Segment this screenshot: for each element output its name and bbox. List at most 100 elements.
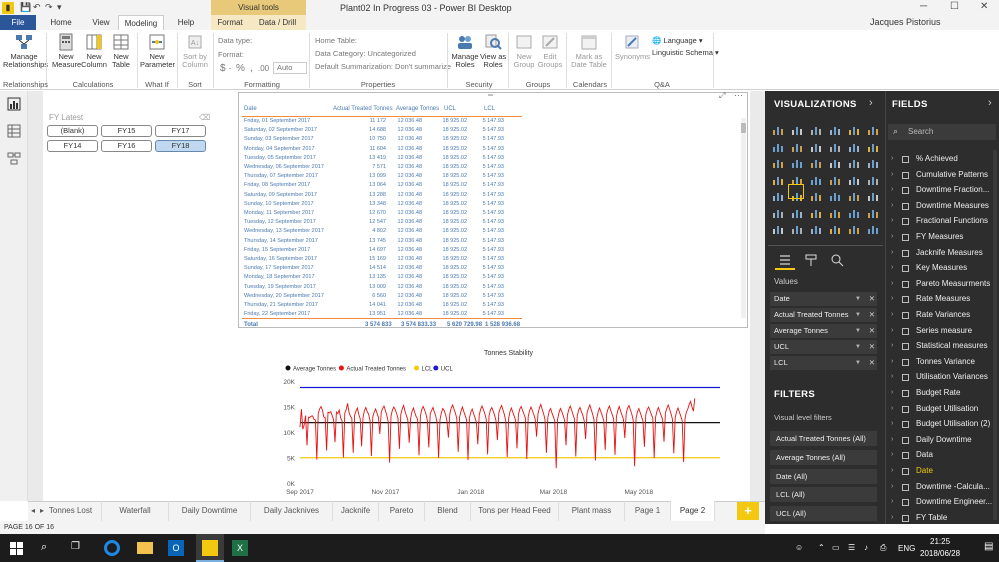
powerbi-taskbar-button[interactable] (196, 534, 224, 562)
field-table-item[interactable]: › Statistical measures (888, 339, 998, 353)
expand-icon[interactable]: › (891, 480, 893, 494)
100-column-visual-icon[interactable] (867, 124, 879, 136)
expand-icon[interactable]: › (891, 339, 893, 353)
expand-icon[interactable]: › (891, 495, 893, 509)
line-stacked-column-visual-icon[interactable] (848, 141, 860, 153)
clustered-column-visual-icon[interactable] (829, 124, 841, 136)
search-icon[interactable]: ⌕ (41, 541, 47, 554)
filter-card[interactable]: Actual Treated Tonnes (All) (770, 431, 877, 446)
edit-groups-button[interactable]: Edit Groups (537, 33, 563, 69)
decimal-icon[interactable]: .00 (258, 64, 269, 73)
data-view-icon[interactable] (7, 124, 21, 138)
new-parameter-button[interactable]: New Parameter (140, 33, 175, 69)
slicer-item[interactable]: FY17 (155, 125, 206, 137)
tab-view[interactable]: View (85, 15, 117, 30)
table-scrollbar-thumb[interactable] (741, 123, 746, 133)
column-header[interactable]: Average Tonnes (396, 106, 439, 112)
remove-field-icon[interactable]: ✕ (869, 308, 875, 322)
expand-icon[interactable]: › (891, 277, 893, 291)
field-table-item[interactable]: › Budget Utilisation (2) (888, 417, 998, 431)
undo-icon[interactable]: ↶ (33, 2, 41, 13)
data-category-label[interactable]: Data Category: Uncategorized (315, 49, 416, 58)
matrix-visual-icon[interactable] (810, 190, 822, 202)
stacked-bar-visual-icon[interactable] (772, 124, 784, 136)
prev-page-icon[interactable]: ◂ (31, 506, 35, 515)
fields-scrollbar[interactable] (993, 150, 997, 520)
field-table-item[interactable]: › Rate Variances (888, 308, 998, 322)
custom-11-visual-icon[interactable] (848, 223, 860, 235)
area-visual-icon[interactable] (791, 141, 803, 153)
percent-icon[interactable]: % (236, 63, 245, 74)
add-page-button[interactable]: + (737, 502, 759, 520)
filter-card[interactable]: Date (All) (770, 468, 877, 484)
donut-visual-icon[interactable] (829, 157, 841, 169)
expand-icon[interactable]: › (891, 386, 893, 400)
column-header[interactable]: UCL (444, 106, 456, 112)
chevron-down-icon[interactable]: ▼ (855, 308, 861, 322)
map-visual-icon[interactable] (867, 157, 879, 169)
field-well-item[interactable]: LCL ▼ ✕ (770, 356, 877, 370)
custom-9-visual-icon[interactable] (810, 223, 822, 235)
column-header[interactable]: Date (244, 106, 257, 112)
filter-card[interactable]: Average Tonnes (All) (770, 449, 877, 465)
redo-icon[interactable]: ↷ (45, 2, 53, 13)
page-tab[interactable]: Pareto (379, 501, 425, 521)
field-well-item[interactable]: Average Tonnes ▼ ✕ (770, 324, 877, 338)
currency-icon[interactable]: $ · (220, 63, 232, 74)
remove-field-icon[interactable]: ✕ (869, 324, 875, 338)
collapse-fields-icon[interactable]: › (988, 97, 992, 109)
field-table-item[interactable]: › FY Measures (888, 230, 998, 244)
expand-icon[interactable]: › (891, 433, 893, 447)
page-tab[interactable]: Blend (425, 501, 471, 521)
expand-icon[interactable]: › (891, 448, 893, 462)
language-dropdown[interactable]: 🌐 Language ▾ (652, 36, 703, 45)
field-table-item[interactable]: › Key Measures (888, 261, 998, 275)
save-icon[interactable]: 💾 (20, 2, 31, 13)
windows-start-icon[interactable] (10, 542, 23, 555)
tab-home[interactable]: Home (45, 15, 77, 30)
line-column-visual-icon[interactable] (829, 141, 841, 153)
slicer-item[interactable]: FY15 (101, 125, 152, 137)
battery-icon[interactable]: ▭ (832, 543, 840, 552)
analytics-icon[interactable] (830, 253, 844, 267)
slicer-item-selected[interactable]: FY18 (155, 140, 206, 152)
new-group-button[interactable]: New Group (512, 33, 536, 69)
excel-icon[interactable]: X (232, 540, 248, 556)
clustered-bar-visual-icon[interactable] (810, 124, 822, 136)
custom-2-visual-icon[interactable] (791, 207, 803, 219)
home-table-label[interactable]: Home Table: (315, 36, 357, 45)
field-table-item[interactable]: › % Achieved (888, 152, 998, 166)
stacked-area-visual-icon[interactable] (810, 141, 822, 153)
field-well-item[interactable]: UCL ▼ ✕ (770, 340, 877, 354)
expand-icon[interactable]: › (891, 464, 893, 478)
stacked-column-visual-icon[interactable] (791, 124, 803, 136)
custom-12-visual-icon[interactable] (867, 223, 879, 235)
custom-4-visual-icon[interactable] (829, 207, 841, 219)
new-column-button[interactable]: New Column (80, 33, 108, 69)
collapse-visualizations-icon[interactable]: › (869, 97, 873, 109)
expand-icon[interactable]: › (891, 355, 893, 369)
remove-field-icon[interactable]: ✕ (869, 356, 875, 370)
expand-icon[interactable]: › (891, 214, 893, 228)
clock-time[interactable]: 21:25 (930, 537, 950, 546)
expand-icon[interactable]: › (891, 261, 893, 275)
maximize-icon[interactable]: ☐ (950, 1, 959, 12)
task-view-icon[interactable]: ❐ (71, 541, 80, 552)
new-measure-button[interactable]: New Measure (52, 33, 81, 69)
r-visual-visual-icon[interactable] (829, 190, 841, 202)
report-view-icon[interactable] (7, 97, 21, 111)
tab-format[interactable]: Format (211, 15, 249, 30)
page-tab[interactable]: Jacknife (333, 501, 379, 521)
custom-1-visual-icon[interactable] (772, 207, 784, 219)
comma-icon[interactable]: , (250, 63, 253, 74)
slicer-item[interactable]: FY16 (101, 140, 152, 152)
more-options-icon[interactable]: ··· (734, 90, 743, 100)
fields-search-box[interactable]: ⌕ Search (888, 124, 996, 140)
remove-field-icon[interactable]: ✕ (869, 340, 875, 354)
field-table-item[interactable]: › Series measure (888, 324, 998, 338)
chevron-down-icon[interactable]: ▼ (855, 340, 861, 354)
field-table-item[interactable]: › Pareto Measurments (888, 277, 998, 291)
expand-icon[interactable]: › (891, 308, 893, 322)
linguistic-schema-dropdown[interactable]: Linguistic Schema ▾ (652, 48, 719, 57)
paint-roller-icon[interactable] (804, 253, 818, 267)
